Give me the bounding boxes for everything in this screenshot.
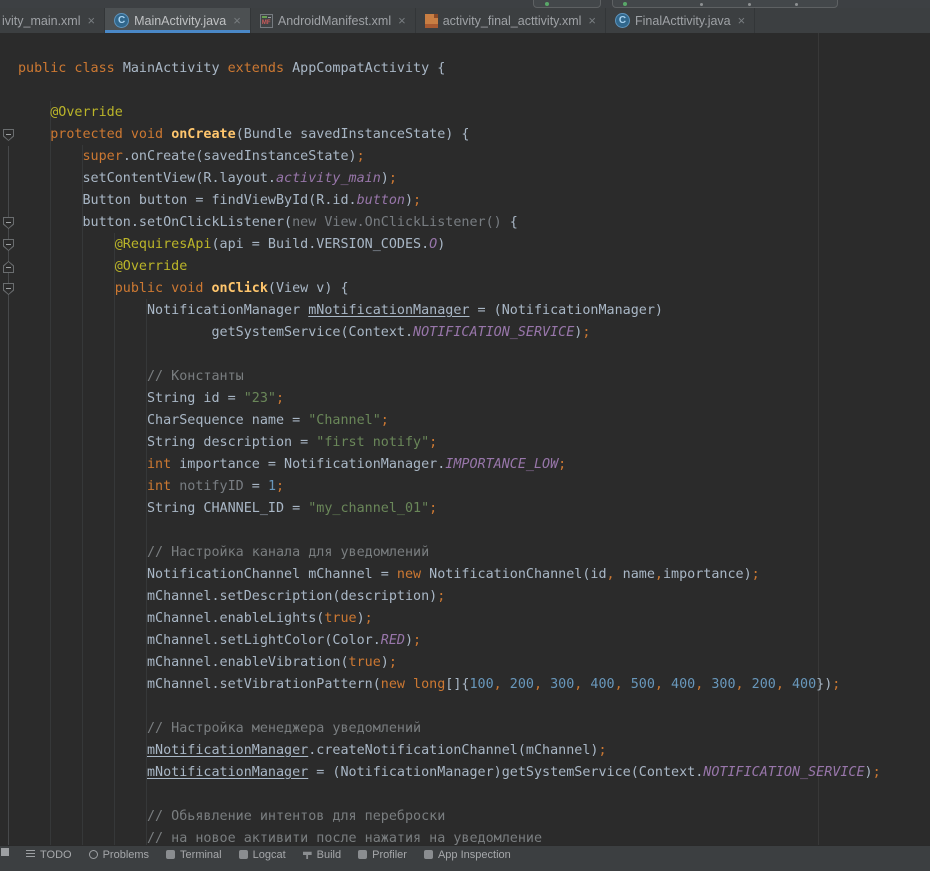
run-icon[interactable] <box>545 2 549 6</box>
code-line: // на новое активити после нажатия на ув… <box>18 828 881 845</box>
code-line: getSystemService(Context.NOTIFICATION_SE… <box>18 322 881 344</box>
code-line: mChannel.enableVibration(true); <box>18 652 881 674</box>
code-line: // Настройка канала для уведомлений <box>18 542 881 564</box>
tab-close-icon[interactable]: × <box>233 13 241 28</box>
run-device-icon[interactable] <box>623 2 627 6</box>
code-line: String CHANNEL_ID = "my_channel_01"; <box>18 498 881 520</box>
java-class-icon: C <box>114 13 129 28</box>
tool-window-button-terminal[interactable]: Terminal <box>166 848 222 862</box>
code-line: Button button = findViewById(R.id.button… <box>18 190 881 212</box>
run-configuration-chip[interactable] <box>533 0 601 8</box>
code-line: String description = "first notify"; <box>18 432 881 454</box>
tool-window-button-problems[interactable]: Problems <box>89 848 149 862</box>
code-line: public class MainActivity extends AppCom… <box>18 58 881 80</box>
layout-xml-file-icon <box>425 14 438 28</box>
tool-window-label: Logcat <box>253 848 286 862</box>
tab-label: AndroidManifest.xml <box>278 14 391 28</box>
code-line: // Настройка менеджера уведомлений <box>18 718 881 740</box>
code-line <box>18 696 881 718</box>
toolbar-icon[interactable] <box>700 3 703 6</box>
code-line: mChannel.setVibrationPattern(new long[]{… <box>18 674 881 696</box>
tab-MainActivity.java[interactable]: C MainActivity.java × <box>105 8 251 33</box>
tool-window-label: Terminal <box>180 848 222 862</box>
tool-window-label: Profiler <box>372 848 407 862</box>
tool-window-button-app-inspection[interactable]: App Inspection <box>424 848 511 862</box>
tab-ivity_main.xml[interactable]: ivity_main.xml × <box>0 8 105 33</box>
tab-AndroidManifest.xml[interactable]: MF AndroidManifest.xml × <box>251 8 416 33</box>
tool-window-button-profiler[interactable]: Profiler <box>358 848 407 862</box>
tool-window-button-logcat[interactable]: Logcat <box>239 848 286 862</box>
device-selector-chip[interactable] <box>612 0 838 8</box>
code-line <box>18 80 881 102</box>
code-line: CharSequence name = "Channel"; <box>18 410 881 432</box>
code-line <box>18 784 881 806</box>
manifest-file-icon: MF <box>260 14 273 28</box>
tool-window-label: Build <box>317 848 341 862</box>
code-fold-icon[interactable] <box>3 261 14 273</box>
code-editor[interactable]: public class MainActivity extends AppCom… <box>0 33 930 845</box>
code-line: NotificationChannel mChannel = new Notif… <box>18 564 881 586</box>
code-line: mChannel.setLightColor(Color.RED); <box>18 630 881 652</box>
code-line: @Override <box>18 102 881 124</box>
tab-label: activity_final_acttivity.xml <box>443 14 582 28</box>
code-line: mNotificationManager.createNotificationC… <box>18 740 881 762</box>
code-line: // Обьявление интентов для переброски <box>18 806 881 828</box>
main-toolbar-sliver <box>0 0 930 8</box>
tab-activity_final_acttivity.xml[interactable]: activity_final_acttivity.xml × <box>416 8 606 33</box>
tab-FinalActtivity.java[interactable]: C FinalActtivity.java × <box>606 8 755 33</box>
code-line: super.onCreate(savedInstanceState); <box>18 146 881 168</box>
code-fold-icon[interactable] <box>3 283 14 295</box>
code-line: int importance = NotificationManager.IMP… <box>18 454 881 476</box>
active-tab-underline <box>105 30 250 33</box>
tab-label: MainActivity.java <box>134 14 226 28</box>
tool-window-label: Problems <box>103 848 149 862</box>
tab-label: FinalActtivity.java <box>635 14 731 28</box>
tab-close-icon[interactable]: × <box>398 13 406 28</box>
code-line: int notifyID = 1; <box>18 476 881 498</box>
code-line: NotificationManager mNotificationManager… <box>18 300 881 322</box>
code-line: mNotificationManager = (NotificationMana… <box>18 762 881 784</box>
toolbar-icon[interactable] <box>748 3 751 6</box>
code-line: @RequiresApi(api = Build.VERSION_CODES.O… <box>18 234 881 256</box>
code-line: // Константы <box>18 366 881 388</box>
code-fold-icon[interactable] <box>3 129 14 141</box>
editor-tab-bar: ivity_main.xml × C MainActivity.java × MF Andr… <box>0 8 930 33</box>
tab-label: ivity_main.xml <box>2 14 81 28</box>
tool-window-button-todo[interactable]: TODO <box>26 848 72 862</box>
code-line <box>18 520 881 542</box>
code-line: public void onClick(View v) { <box>18 278 881 300</box>
code-line: String id = "23"; <box>18 388 881 410</box>
code-fold-icon[interactable] <box>3 239 14 251</box>
tab-close-icon[interactable]: × <box>88 13 96 28</box>
toolbar-icon[interactable] <box>795 3 798 6</box>
code-line: setContentView(R.layout.activity_main); <box>18 168 881 190</box>
code-line: mChannel.setDescription(description); <box>18 586 881 608</box>
code-line: protected void onCreate(Bundle savedInst… <box>18 124 881 146</box>
java-class-icon: C <box>615 13 630 28</box>
code-fold-icon[interactable] <box>3 217 14 229</box>
code-line: button.setOnClickListener(new View.OnCli… <box>18 212 881 234</box>
tool-window-button-build[interactable]: Build <box>303 848 341 862</box>
tab-close-icon[interactable]: × <box>738 13 746 28</box>
tool-window-label: App Inspection <box>438 848 511 862</box>
code-line <box>18 344 881 366</box>
tool-window-label: TODO <box>40 848 72 862</box>
tool-window-bar: TODO Problems Terminal Logcat Build Profiler A… <box>0 845 930 871</box>
code-line: mChannel.enableLights(true); <box>18 608 881 630</box>
code-line: @Override <box>18 256 881 278</box>
code-text: public class MainActivity extends AppCom… <box>18 58 881 845</box>
tab-close-icon[interactable]: × <box>588 13 596 28</box>
